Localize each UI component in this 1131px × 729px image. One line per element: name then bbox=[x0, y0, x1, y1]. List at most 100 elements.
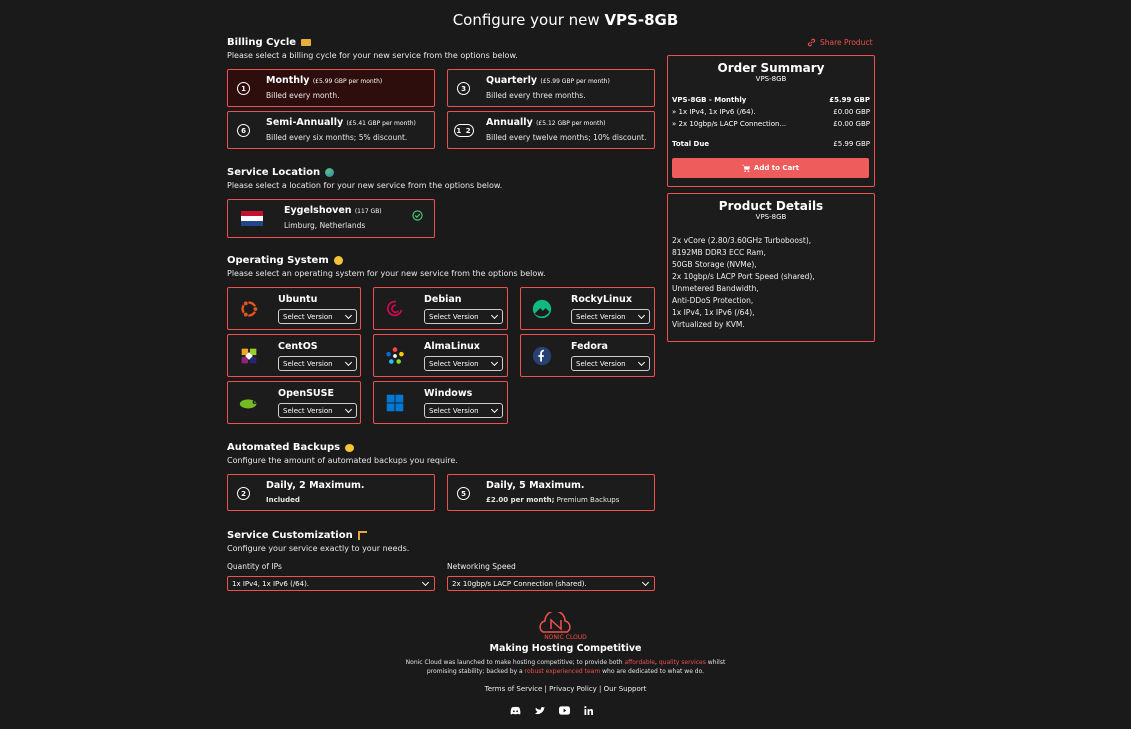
version-select[interactable]: Select Version bbox=[571, 309, 650, 324]
windows-icon bbox=[386, 394, 404, 412]
summary-row: » 2x 10gbp/s LACP Connection... £0.00 GBP bbox=[672, 120, 870, 128]
custom-section: Service Customization Configure your ser… bbox=[227, 530, 409, 553]
rockylinux-icon bbox=[532, 299, 552, 319]
location-option-eygelshoven[interactable]: Eygelshoven (117 GB) Limburg, Netherland… bbox=[227, 199, 435, 238]
billing-option-quarterly[interactable]: 3 Quarterly (£5.99 GBP per month) Billed… bbox=[447, 69, 655, 107]
billing-section: Billing Cycle Please select a billing cy… bbox=[227, 37, 518, 60]
option-desc: Included bbox=[266, 496, 300, 504]
money-icon bbox=[301, 39, 312, 46]
option-number: 2 bbox=[237, 487, 250, 500]
details-title: Product Details bbox=[718, 199, 824, 213]
link-icon bbox=[807, 38, 816, 47]
privacy-link[interactable]: Privacy Policy bbox=[549, 685, 597, 693]
os-name: OpenSUSE bbox=[278, 388, 334, 399]
option-number: 6 bbox=[237, 124, 250, 137]
summary-subtitle: VPS-8GB bbox=[755, 75, 787, 83]
billing-option-monthly[interactable]: 1 Monthly (£5.99 GBP per month) Billed e… bbox=[227, 69, 435, 107]
version-select[interactable]: Select Version bbox=[278, 356, 357, 371]
os-option-ubuntu[interactable]: Ubuntu Select Version bbox=[227, 287, 361, 330]
option-name: Annually bbox=[486, 117, 533, 128]
ips-label: Quantity of IPs bbox=[227, 562, 282, 571]
os-option-rockylinux[interactable]: RockyLinux Select Version bbox=[520, 287, 655, 330]
location-region: Limburg, Netherlands bbox=[284, 221, 366, 230]
location-name: Eygelshoven bbox=[284, 205, 352, 216]
support-link[interactable]: Our Support bbox=[604, 685, 647, 693]
os-option-opensuse[interactable]: OpenSUSE Select Version bbox=[227, 381, 361, 424]
netherlands-flag-icon bbox=[241, 211, 263, 226]
os-option-windows[interactable]: Windows Select Version bbox=[373, 381, 508, 424]
backup-option-2[interactable]: 2 Daily, 2 Maximum. Included bbox=[227, 474, 435, 511]
social-links bbox=[510, 706, 593, 716]
footer-links: Terms of Service | Privacy Policy | Our … bbox=[484, 685, 647, 693]
os-name: Debian bbox=[424, 294, 462, 305]
os-name: RockyLinux bbox=[571, 294, 632, 305]
os-option-centos[interactable]: CentOS Select Version bbox=[227, 334, 361, 377]
os-option-fedora[interactable]: Fedora Select Version bbox=[520, 334, 655, 377]
location-heading: Service Location bbox=[227, 167, 321, 178]
version-select[interactable]: Select Version bbox=[278, 309, 357, 324]
check-circle-icon bbox=[412, 210, 423, 221]
summary-row: VPS-8GB - Monthly £5.99 GBP bbox=[672, 96, 870, 104]
backup-icon bbox=[345, 443, 355, 452]
add-to-cart-button[interactable]: Add to Cart bbox=[672, 158, 869, 178]
discord-icon[interactable] bbox=[510, 706, 521, 716]
nonic-cloud-logo bbox=[539, 612, 571, 633]
logo-text: NONIC CLOUD bbox=[544, 634, 587, 641]
tools-icon bbox=[357, 531, 367, 540]
os-option-almalinux[interactable]: AlmaLinux Select Version bbox=[373, 334, 508, 377]
net-label: Networking Speed bbox=[447, 562, 516, 571]
version-select[interactable]: Select Version bbox=[424, 403, 503, 418]
billing-option-semiannually[interactable]: 6 Semi-Annually (£5.41 GBP per month) Bi… bbox=[227, 111, 435, 149]
option-number: 3 bbox=[457, 82, 470, 95]
net-speed-select[interactable]: 2x 10gbp/s LACP Connection (shared). bbox=[447, 576, 655, 591]
custom-subtitle: Configure your service exactly to your n… bbox=[227, 544, 410, 553]
twitter-icon[interactable] bbox=[535, 706, 545, 716]
version-select[interactable]: Select Version bbox=[278, 403, 357, 418]
version-select[interactable]: Select Version bbox=[424, 356, 503, 371]
option-price: (£5.12 GBP per month) bbox=[536, 120, 606, 127]
page-title: Configure your new VPS-8GB bbox=[452, 11, 679, 29]
option-desc: Billed every six months; 5% discount. bbox=[266, 133, 408, 142]
summary-row: » 1x IPv4, 1x IPv6 (/64). £0.00 GBP bbox=[672, 108, 870, 116]
option-price: (£5.99 GBP per month) bbox=[540, 78, 610, 85]
debian-icon bbox=[387, 300, 403, 317]
backup-option-5[interactable]: 5 Daily, 5 Maximum. £2.00 per month; Pre… bbox=[447, 474, 655, 511]
details-list: 2x vCore (2.80/3.60GHz Turboboost), 8192M… bbox=[672, 236, 815, 329]
os-name: Fedora bbox=[571, 341, 608, 352]
share-product-link[interactable]: Share Product bbox=[807, 38, 873, 47]
ips-select[interactable]: 1x IPv4, 1x IPv6 (/64). bbox=[227, 576, 435, 591]
option-desc: Billed every twelve months; 10% discount… bbox=[486, 133, 647, 142]
os-name: AlmaLinux bbox=[424, 341, 480, 352]
version-select[interactable]: Select Version bbox=[424, 309, 503, 324]
os-subtitle: Please select an operating system for yo… bbox=[227, 269, 546, 278]
os-option-debian[interactable]: Debian Select Version bbox=[373, 287, 508, 330]
details-subtitle: VPS-8GB bbox=[755, 213, 787, 221]
option-name: Monthly bbox=[266, 75, 310, 86]
option-number: 1 bbox=[237, 82, 250, 95]
youtube-icon[interactable] bbox=[559, 706, 570, 715]
globe-icon bbox=[325, 168, 335, 177]
cart-icon bbox=[741, 164, 750, 172]
billing-option-annually[interactable]: 1 2 Annually (£5.12 GBP per month) Bille… bbox=[447, 111, 655, 149]
os-section: Operating System Please select an operat… bbox=[227, 255, 546, 278]
version-select[interactable]: Select Version bbox=[571, 356, 650, 371]
backups-section: Automated Backups Configure the amount o… bbox=[227, 442, 458, 465]
terms-link[interactable]: Terms of Service bbox=[485, 685, 543, 693]
location-section: Service Location Please select a locatio… bbox=[227, 167, 502, 190]
os-heading: Operating System bbox=[227, 255, 329, 266]
option-desc: Premium Backups bbox=[554, 496, 620, 504]
option-name: Quarterly bbox=[486, 75, 538, 86]
option-price: £2.00 per month; bbox=[486, 496, 555, 504]
fedora-icon bbox=[532, 346, 552, 366]
option-name: Daily, 2 Maximum. bbox=[266, 480, 365, 491]
footer-tagline: Making Hosting Competitive bbox=[489, 643, 642, 654]
custom-heading: Service Customization bbox=[227, 530, 353, 541]
linkedin-icon[interactable] bbox=[584, 706, 593, 715]
location-subtitle: Please select a location for your new se… bbox=[227, 181, 503, 190]
option-desc: Billed every month. bbox=[266, 91, 340, 100]
option-name: Semi-Annually bbox=[266, 117, 344, 128]
location-capacity: (117 GB) bbox=[354, 208, 382, 215]
smiley-icon bbox=[333, 256, 343, 265]
os-name: Windows bbox=[424, 388, 473, 399]
backups-heading: Automated Backups bbox=[227, 442, 341, 453]
